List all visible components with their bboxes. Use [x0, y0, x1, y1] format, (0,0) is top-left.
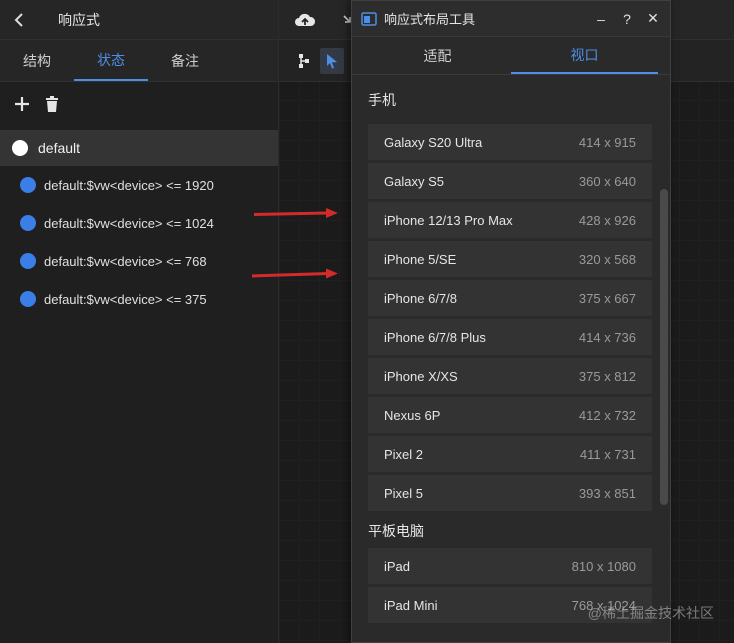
device-name: iPhone 12/13 Pro Max: [384, 212, 513, 228]
back-icon: [14, 12, 23, 27]
device-item[interactable]: iPad 810 x 1080: [368, 548, 652, 584]
device-size: 360 x 640: [578, 173, 636, 189]
state-item[interactable]: default:$vw<device> <= 768: [0, 242, 278, 280]
state-item[interactable]: default:$vw<device> <= 1920: [0, 166, 278, 204]
device-item[interactable]: iPhone 5/SE 320 x 568: [368, 241, 652, 277]
device-size: 411 x 731: [579, 446, 636, 462]
device-item[interactable]: Pixel 5 393 x 851: [368, 475, 652, 511]
phone-list: Galaxy S20 Ultra 414 x 915 Galaxy S5 360 x…: [352, 124, 652, 511]
scrollbar[interactable]: [660, 189, 668, 505]
tab-state[interactable]: 状态: [74, 40, 148, 81]
device-name: iPad Mini: [384, 597, 438, 613]
window-tabs: 适配 视口: [352, 37, 670, 75]
add-state-button[interactable]: [12, 94, 32, 114]
device-size: 393 x 851: [578, 485, 636, 501]
device-item[interactable]: Nexus 6P 412 x 732: [368, 397, 652, 433]
state-label: default:$vw<device> <= 375: [44, 291, 207, 307]
device-name: Galaxy S20 Ultra: [384, 134, 483, 150]
state-item[interactable]: default:$vw<device> <= 375: [0, 280, 278, 318]
back-button[interactable]: [0, 0, 40, 40]
device-size: 810 x 1080: [571, 558, 636, 574]
state-item[interactable]: default:$vw<device> <= 1024: [0, 204, 278, 242]
cursor-icon: [327, 54, 337, 69]
minimize-icon: –: [597, 10, 605, 27]
panel-title: 响应式: [58, 11, 100, 28]
hierarchy-icon: [299, 54, 309, 68]
section-title-phone: 手机: [368, 92, 396, 108]
tab-notes[interactable]: 备注: [148, 40, 222, 81]
responsive-tool-window: 响应式布局工具 – ? ✕ 适配 视口 手机 Galaxy S20 Ultra 4…: [351, 0, 671, 643]
device-name: iPhone 6/7/8 Plus: [384, 329, 486, 345]
device-size: 375 x 812: [578, 368, 636, 384]
window-title: 响应式布局工具: [384, 12, 476, 27]
window-titlebar[interactable]: 响应式布局工具 – ? ✕: [352, 1, 670, 37]
state-label: default:$vw<device> <= 1920: [44, 177, 214, 193]
device-name: iPad: [384, 558, 411, 574]
state-dot: [20, 215, 36, 231]
watermark: @稀土掘金技术社区: [587, 605, 714, 621]
device-name: iPhone 6/7/8: [384, 290, 458, 306]
device-size: 412 x 732: [578, 407, 636, 423]
state-dot: [20, 253, 36, 269]
state-default-label: default: [38, 140, 81, 156]
close-button[interactable]: ✕: [640, 1, 666, 37]
device-item[interactable]: Galaxy S20 Ultra 414 x 915: [368, 124, 652, 160]
device-size: 375 x 667: [578, 290, 636, 306]
tab-viewport[interactable]: 视口: [511, 37, 658, 74]
red-arrow: [251, 268, 338, 279]
device-size: 414 x 915: [578, 134, 636, 150]
help-icon: ?: [623, 10, 631, 27]
state-toolbar: [0, 82, 278, 126]
viewport-list: 手机 Galaxy S20 Ultra 414 x 915 Galaxy S5 36…: [352, 76, 670, 642]
device-name: Nexus 6P: [384, 407, 441, 423]
delete-state-button[interactable]: [42, 94, 62, 114]
device-size: 414 x 736: [578, 329, 636, 345]
close-icon: ✕: [647, 10, 659, 26]
device-item[interactable]: iPhone 6/7/8 375 x 667: [368, 280, 652, 316]
window-app-icon: [361, 11, 377, 26]
device-item[interactable]: iPhone 12/13 Pro Max 428 x 926: [368, 202, 652, 238]
tab-adapt[interactable]: 适配: [364, 37, 511, 74]
state-label: default:$vw<device> <= 1024: [44, 215, 214, 231]
device-name: Pixel 2: [384, 446, 424, 462]
device-name: iPhone X/XS: [384, 368, 458, 384]
add-icon: [15, 97, 29, 111]
select-tool-button[interactable]: [320, 48, 344, 74]
trash-icon: [46, 96, 58, 112]
upload-button[interactable]: [293, 9, 317, 31]
help-button[interactable]: ?: [614, 1, 640, 37]
minimize-button[interactable]: –: [588, 1, 614, 37]
device-item[interactable]: iPhone X/XS 375 x 812: [368, 358, 652, 394]
hierarchy-button[interactable]: [295, 51, 313, 71]
tab-structure[interactable]: 结构: [0, 40, 74, 81]
device-size: 320 x 568: [578, 251, 636, 267]
device-item[interactable]: Galaxy S5 360 x 640: [368, 163, 652, 199]
device-item[interactable]: iPhone 6/7/8 Plus 414 x 736: [368, 319, 652, 355]
cloud-upload-icon: [295, 13, 316, 26]
red-arrow: [253, 208, 338, 218]
device-name: Galaxy S5: [384, 173, 444, 189]
device-item[interactable]: Pixel 2 411 x 731: [368, 436, 652, 472]
device-size: 428 x 926: [578, 212, 636, 228]
state-dot: [20, 291, 36, 307]
state-dot: [12, 140, 28, 156]
left-panel: 响应式 结构 状态 备注 default default:$vw<device>…: [0, 0, 279, 643]
panel-tabs: 结构 状态 备注: [0, 40, 278, 82]
panel-header: 响应式: [0, 0, 278, 40]
state-dot: [20, 177, 36, 193]
device-name: iPhone 5/SE: [384, 251, 457, 267]
state-default[interactable]: default: [0, 130, 278, 166]
state-label: default:$vw<device> <= 768: [44, 253, 207, 269]
device-name: Pixel 5: [384, 485, 424, 501]
section-title-tablet: 平板电脑: [368, 523, 424, 539]
